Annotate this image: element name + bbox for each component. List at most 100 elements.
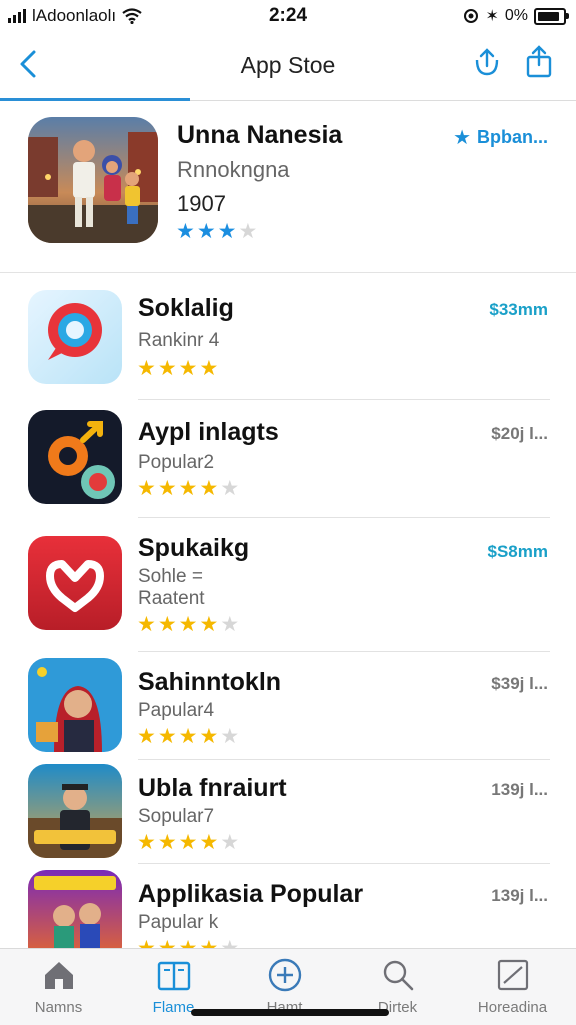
app-price[interactable]: 139j l... <box>491 780 548 800</box>
app-price[interactable]: $20j l... <box>491 424 548 444</box>
tab-horeadina[interactable]: Horeadina <box>455 957 570 1016</box>
star-filled-icon: ★ <box>199 725 219 748</box>
battery-label: 0% <box>504 7 528 24</box>
star-filled-icon: ★ <box>137 477 156 500</box>
star-filled-icon: ★ <box>199 477 219 500</box>
app-rating: ★★★★★ <box>137 726 239 747</box>
star-empty-icon: ★ <box>238 220 258 243</box>
chart-icon <box>497 959 528 991</box>
star-filled-icon: ★ <box>199 613 219 636</box>
app-icon-spukaikg <box>28 536 122 630</box>
battery-fill <box>538 11 559 21</box>
list-item[interactable]: Spukaikg Sohle = Raatent ★ ★ ★ ★ ★ $S8mm <box>0 518 576 652</box>
star-filled-icon: ★ <box>157 477 177 500</box>
app-rating: ★★★★★ <box>137 832 239 853</box>
list-item[interactable]: Sahinntokln Papular4 ★ ★ ★ ★ ★ $39j l... <box>0 652 576 760</box>
star-filled-icon: ★ <box>178 613 198 636</box>
star-filled-icon: ★ <box>199 938 218 948</box>
tab-dirtek[interactable]: Dirtek <box>340 957 455 1016</box>
navigation-bar: App Stoe <box>0 34 576 101</box>
share-icon[interactable] <box>522 44 556 80</box>
star-icon: ★ <box>453 127 471 149</box>
tab-flame[interactable]: Flame <box>116 957 231 1016</box>
tab-label: Horeadina <box>477 999 548 1016</box>
app-secondary: Raatent <box>138 588 205 609</box>
app-category: Papular k <box>138 912 219 933</box>
featured-app[interactable]: Unna Nanesia Rnnokngna 1907 ★ ★ ★ ★ ★ Bpban… <box>0 101 576 273</box>
battery-icon <box>534 7 569 25</box>
app-category: Sohle = <box>138 566 203 587</box>
list-item[interactable]: Aypl inlagts Popular2 ★ ★ ★ ★ ★ $20j l... <box>0 400 576 518</box>
star-empty-icon: ★ <box>220 938 239 948</box>
featured-app-name: Unna Nanesia <box>177 121 343 149</box>
app-icon-aypl-inlagts <box>28 410 122 504</box>
star-filled-icon: ★ <box>137 613 156 636</box>
app-name: Sahinntokln <box>138 668 282 696</box>
star-filled-icon: ★ <box>217 220 237 243</box>
app-icon-applikasia-popular <box>28 870 122 948</box>
star-empty-icon: ★ <box>220 831 240 854</box>
orientation-lock-icon <box>464 9 479 23</box>
app-rating: ★★★★★ <box>137 478 239 499</box>
app-category: Papular4 <box>138 700 215 721</box>
app-rating: ★★★★★ <box>137 938 239 948</box>
star-filled-icon: ★ <box>158 938 177 948</box>
star-filled-icon: ★ <box>196 220 216 243</box>
home-icon <box>44 962 73 989</box>
app-price[interactable]: 139j l... <box>491 886 548 906</box>
featured-action[interactable]: ★ Bpban... <box>453 125 548 150</box>
tab-hamt[interactable]: Hamt <box>227 957 342 1016</box>
star-filled-icon: ★ <box>199 831 219 854</box>
tab-label: Namns <box>34 999 83 1016</box>
list-item[interactable]: Ubla fnraiurt Sopular7 ★ ★ ★ ★ ★ 139j l... <box>0 760 576 864</box>
star-empty-icon: ★ <box>220 725 240 748</box>
star-empty-icon: ★ <box>220 477 240 500</box>
featured-app-subtitle: Rnnokngna <box>177 157 290 182</box>
star-filled-icon: ★ <box>176 220 195 243</box>
star-filled-icon: ★ <box>199 357 219 380</box>
featured-app-icon <box>28 117 158 243</box>
app-category: Sopular7 <box>138 806 215 827</box>
star-filled-icon: ★ <box>178 831 198 854</box>
star-filled-icon: ★ <box>157 613 177 636</box>
star-filled-icon: ★ <box>137 938 156 948</box>
app-name: Aypl inlagts <box>138 418 279 446</box>
app-category: Popular2 <box>138 452 215 473</box>
featured-rating: ★ ★ ★ ★ <box>176 221 257 242</box>
app-rating: ★★★★★ <box>137 614 239 635</box>
star-filled-icon: ★ <box>157 725 177 748</box>
star-filled-icon: ★ <box>157 357 177 380</box>
star-filled-icon: ★ <box>137 357 156 380</box>
featured-action-label: Bpban... <box>477 127 548 147</box>
list-item[interactable]: Soklalig Rankinr 4 ★ ★ ★ ★ $33mm <box>0 272 576 400</box>
app-name: Applikasia Popular <box>138 880 364 908</box>
app-price[interactable]: $39j l... <box>491 674 548 694</box>
search-icon <box>383 960 413 991</box>
star-filled-icon: ★ <box>178 725 198 748</box>
tab-namns[interactable]: Namns <box>1 957 116 1016</box>
bluetooth-icon: ✶ <box>485 8 499 25</box>
star-filled-icon: ★ <box>178 357 198 380</box>
add-circle-icon <box>268 958 301 992</box>
star-empty-icon: ★ <box>220 613 240 636</box>
app-icon-ubla-fnraiurt <box>28 764 122 858</box>
star-filled-icon: ★ <box>137 725 156 748</box>
featured-app-number: 1907 <box>177 191 226 216</box>
star-filled-icon: ★ <box>179 938 198 948</box>
app-rating: ★ ★ ★ ★ <box>137 358 218 379</box>
app-icon-sahinntokln <box>28 658 122 752</box>
app-category: Rankinr 4 <box>138 330 220 351</box>
share-upload-icon[interactable] <box>470 44 504 80</box>
app-price[interactable]: $S8mm <box>488 542 548 562</box>
book-icon <box>157 961 190 991</box>
app-name: Ubla fnraiurt <box>138 774 287 802</box>
app-name: Soklalig <box>138 294 234 322</box>
list-item[interactable]: Applikasia Popular Papular k ★★★★★ 139j … <box>0 864 576 948</box>
status-right: ✶ 0% <box>463 6 569 26</box>
home-indicator <box>191 1009 389 1016</box>
status-bar: lAdoonlaolı 2:24 ✶ 0% <box>0 0 576 34</box>
star-filled-icon: ★ <box>137 831 156 854</box>
app-price[interactable]: $33mm <box>489 300 548 320</box>
star-filled-icon: ★ <box>178 477 198 500</box>
star-filled-icon: ★ <box>157 831 177 854</box>
